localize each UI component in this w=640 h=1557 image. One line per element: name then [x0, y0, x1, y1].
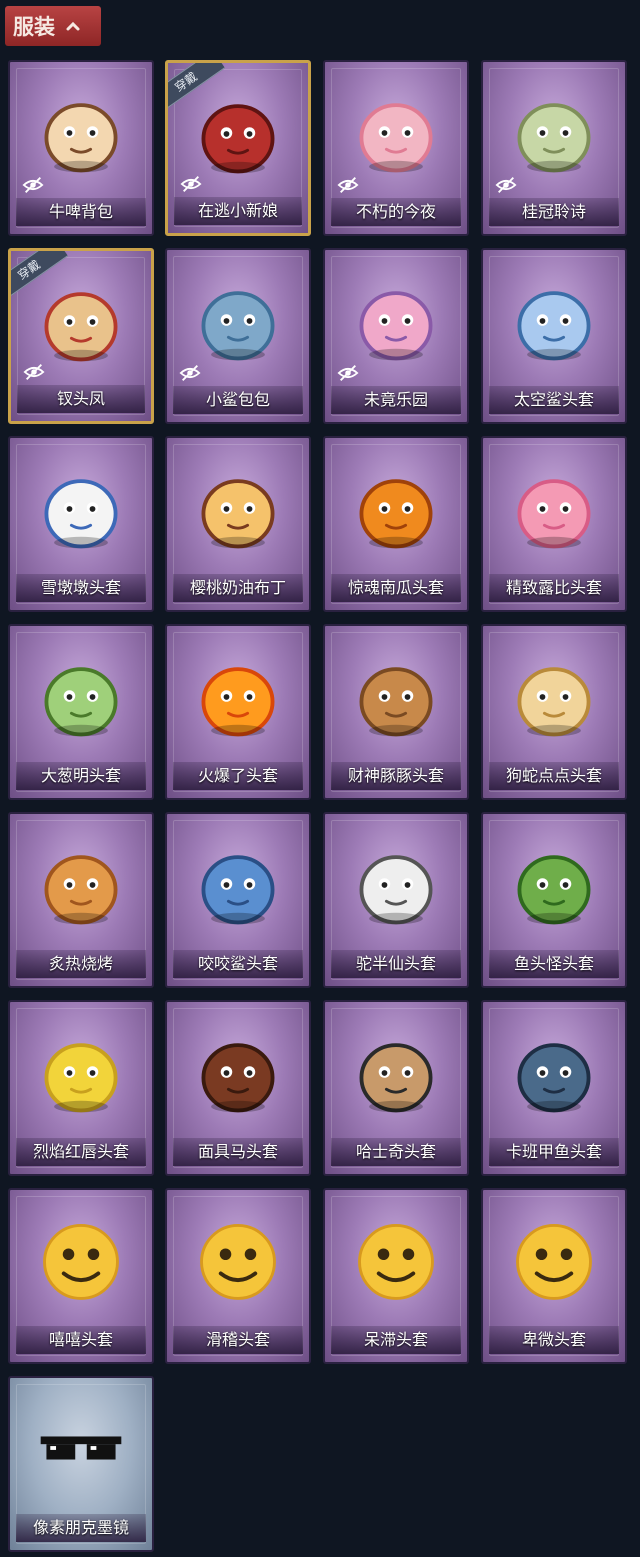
item-card[interactable]: 像素朋克墨镜 [8, 1376, 154, 1552]
item-card[interactable]: 惊魂南瓜头套 [323, 436, 469, 612]
item-label: 在逃小新娘 [174, 197, 302, 225]
item-label: 桂冠聆诗 [489, 198, 619, 226]
husky-head-icon [359, 1043, 433, 1113]
fire-head-icon [201, 667, 275, 737]
blue-fish-head-icon [517, 1043, 591, 1113]
item-card[interactable]: 卑微头套 [481, 1188, 627, 1364]
item-label: 大葱明头套 [16, 762, 146, 790]
item-card[interactable]: 小鲨包包 [165, 248, 311, 424]
item-label: 烈焰红唇头套 [16, 1138, 146, 1166]
snake-head-icon [517, 667, 591, 737]
item-label: 樱桃奶油布丁 [173, 574, 303, 602]
item-card[interactable]: 精致露比头套 [481, 436, 627, 612]
unicorn-girl-doll-icon [359, 291, 433, 361]
item-label: 惊魂南瓜头套 [331, 574, 461, 602]
item-card[interactable]: 烈焰红唇头套 [8, 1000, 154, 1176]
item-label: 面具马头套 [173, 1138, 303, 1166]
item-label: 狗蛇点点头套 [489, 762, 619, 790]
eye-hidden-icon[interactable] [179, 362, 201, 384]
item-card[interactable]: 鱼头怪头套 [481, 812, 627, 988]
item-label: 嘻嘻头套 [16, 1326, 146, 1354]
item-card[interactable]: 嘻嘻头套 [8, 1188, 154, 1364]
item-card[interactable]: 未竟乐园 [323, 248, 469, 424]
item-label: 牛啤背包 [16, 198, 146, 226]
item-label: 火爆了头套 [173, 762, 303, 790]
eye-hidden-icon[interactable] [337, 362, 359, 384]
eye-hidden-icon[interactable] [337, 174, 359, 196]
shark-plush-bag-icon [201, 291, 275, 361]
pink-cat-cup-icon [359, 103, 433, 173]
yellow-mouse-head-icon [44, 1043, 118, 1113]
eye-hidden-icon[interactable] [23, 361, 45, 383]
item-label: 财神豚豚头套 [331, 762, 461, 790]
item-label: 太空鲨头套 [489, 386, 619, 414]
smirk-emoji-head-icon [200, 1224, 276, 1300]
laurel-poet-charm-icon [517, 103, 591, 173]
item-card[interactable]: 滑稽头套 [165, 1188, 311, 1364]
item-label: 炙热烧烤 [16, 950, 146, 978]
phoenix-crown-doll-icon [44, 292, 118, 362]
space-shark-head-icon [517, 291, 591, 361]
item-card[interactable]: 樱桃奶油布丁 [165, 436, 311, 612]
item-label: 精致露比头套 [489, 574, 619, 602]
item-card[interactable]: 穿戴 钗头凤 [8, 248, 154, 424]
item-card[interactable]: 雪墩墩头套 [8, 436, 154, 612]
item-label: 滑稽头套 [173, 1326, 303, 1354]
item-label: 咬咬鲨头套 [173, 950, 303, 978]
humble-emoji-head-icon [516, 1224, 592, 1300]
item-label: 鱼头怪头套 [489, 950, 619, 978]
item-card[interactable]: 狗蛇点点头套 [481, 624, 627, 800]
biting-shark-head-icon [201, 855, 275, 925]
item-card[interactable]: 太空鲨头套 [481, 248, 627, 424]
red-bride-dress-icon [201, 104, 275, 174]
fish-head-icon [517, 855, 591, 925]
item-label: 未竟乐园 [331, 386, 461, 414]
item-card[interactable]: 大葱明头套 [8, 624, 154, 800]
item-card[interactable]: 咬咬鲨头套 [165, 812, 311, 988]
item-card[interactable]: 炙热烧烤 [8, 812, 154, 988]
item-card[interactable]: 卡班甲鱼头套 [481, 1000, 627, 1176]
eye-hidden-icon[interactable] [180, 173, 202, 195]
capybara-head-icon [359, 667, 433, 737]
pixel-sunglasses-icon [40, 1436, 122, 1460]
alpaca-sunglasses-head-icon [359, 855, 433, 925]
item-card[interactable]: 火爆了头套 [165, 624, 311, 800]
item-label: 呆滞头套 [331, 1326, 461, 1354]
horse-head-icon [201, 1043, 275, 1113]
item-label: 小鲨包包 [173, 386, 303, 414]
pudding-head-icon [201, 479, 275, 549]
item-card[interactable]: 穿戴 在逃小新娘 [165, 60, 311, 236]
grin-emoji-head-icon [43, 1224, 119, 1300]
bbq-meat-head-icon [44, 855, 118, 925]
item-card[interactable]: 桂冠聆诗 [481, 60, 627, 236]
item-card[interactable]: 不朽的今夜 [323, 60, 469, 236]
snowman-head-icon [44, 479, 118, 549]
item-card[interactable]: 财神豚豚头套 [323, 624, 469, 800]
item-label: 雪墩墩头套 [16, 574, 146, 602]
item-grid: 牛啤背包 穿戴 在逃小新娘 不朽的今夜 桂冠聆诗穿戴 钗头凤 小鲨包包 未竟乐园 太空鲨头套雪墩… [0, 0, 640, 1557]
item-label: 卡班甲鱼头套 [489, 1138, 619, 1166]
pink-beaver-head-icon [517, 479, 591, 549]
item-card[interactable]: 呆滞头套 [323, 1188, 469, 1364]
cow-beer-barrel-backpack-icon [44, 103, 118, 173]
item-label: 钗头凤 [17, 385, 145, 413]
item-label: 驼半仙头套 [331, 950, 461, 978]
green-onion-head-icon [44, 667, 118, 737]
eye-hidden-icon[interactable] [495, 174, 517, 196]
item-label: 不朽的今夜 [331, 198, 461, 226]
pumpkin-head-icon [359, 479, 433, 549]
item-card[interactable]: 驼半仙头套 [323, 812, 469, 988]
item-label: 像素朋克墨镜 [16, 1514, 146, 1542]
eye-hidden-icon[interactable] [22, 174, 44, 196]
item-card[interactable]: 哈士奇头套 [323, 1000, 469, 1176]
item-label: 哈士奇头套 [331, 1138, 461, 1166]
stunned-emoji-head-icon [358, 1224, 434, 1300]
item-card[interactable]: 牛啤背包 [8, 60, 154, 236]
item-card[interactable]: 面具马头套 [165, 1000, 311, 1176]
item-label: 卑微头套 [489, 1326, 619, 1354]
